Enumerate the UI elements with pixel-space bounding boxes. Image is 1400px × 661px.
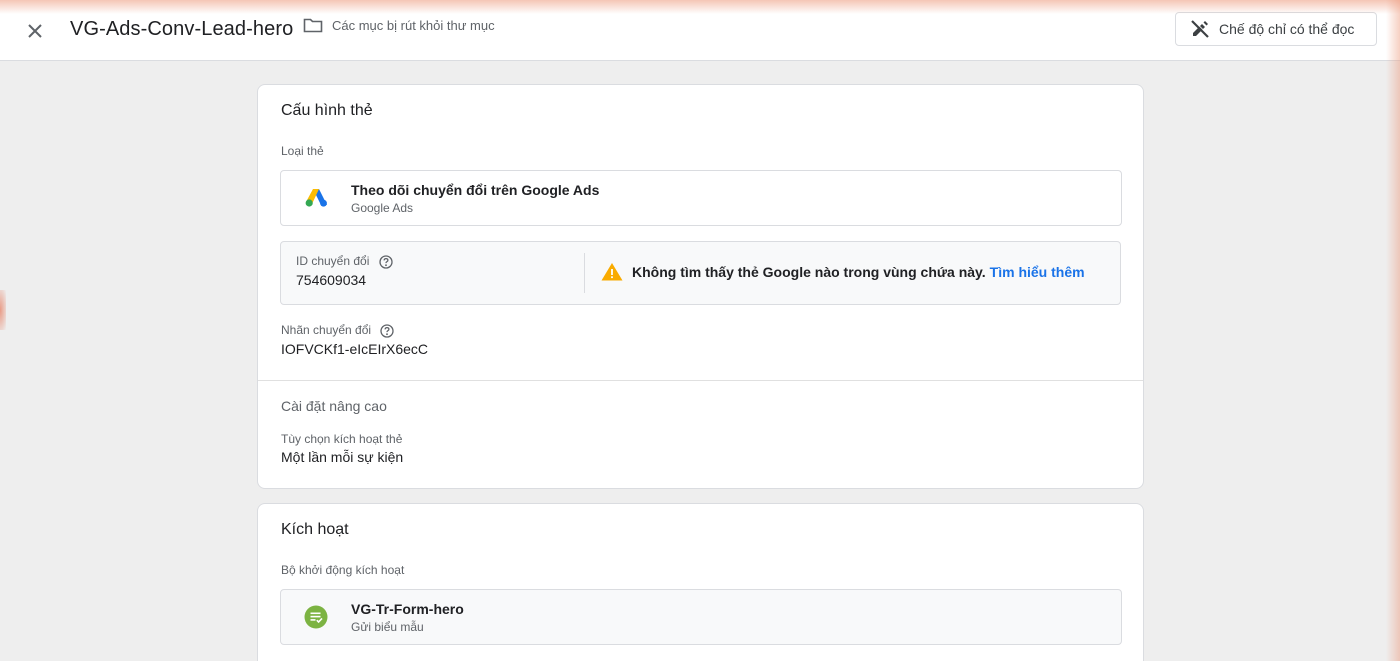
tag-configuration-title: Cấu hình thẻ (281, 102, 373, 119)
folder-indicator: Các mục bị rút khỏi thư mục (303, 17, 495, 33)
tag-type-sub: Google Ads (351, 200, 414, 215)
form-submission-icon (304, 605, 328, 629)
trigger-type: Gửi biểu mẫu (351, 619, 424, 634)
firing-option-value: Một lần mỗi sự kiện (281, 449, 404, 465)
tag-type-selector[interactable]: Theo dõi chuyển đổi trên Google Ads Goog… (280, 170, 1122, 226)
help-icon[interactable] (379, 255, 393, 269)
conversion-label-label: Nhãn chuyển đổi (281, 323, 372, 337)
triggers-label: Bộ khởi động kích hoạt (281, 563, 405, 577)
google-ads-icon (305, 189, 327, 207)
triggering-title: Kích hoạt (281, 521, 349, 538)
tag-editor-header: VG-Ads-Conv-Lead-hero Các mục bị rút khỏ… (0, 0, 1400, 61)
readonly-mode-button[interactable]: Chế độ chỉ có thể đọc (1175, 12, 1377, 46)
tag-type-label: Loại thẻ (281, 144, 324, 158)
folder-label: Các mục bị rút khỏi thư mục (332, 17, 495, 33)
warning-text: Không tìm thấy thẻ Google nào trong vùng… (632, 263, 986, 280)
close-icon (28, 24, 42, 38)
folder-icon (303, 18, 323, 33)
conversion-id-label-row: ID chuyển đổi (296, 254, 393, 269)
learn-more-link[interactable]: Tìm hiểu thêm (990, 264, 1085, 280)
warning-message: Không tìm thấy thẻ Google nào trong vùng… (601, 262, 1085, 281)
tag-type-name: Theo dõi chuyển đổi trên Google Ads (351, 181, 600, 198)
close-button[interactable] (22, 18, 48, 44)
section-divider (258, 380, 1143, 381)
help-icon[interactable] (380, 324, 395, 338)
trigger-name: VG-Tr-Form-hero (351, 600, 464, 617)
trigger-item[interactable]: VG-Tr-Form-hero Gửi biểu mẫu (280, 589, 1122, 645)
firing-option-label: Tùy chọn kích hoạt thẻ (281, 432, 403, 446)
divider (584, 253, 585, 293)
tag-configuration-card[interactable]: Cấu hình thẻ Loại thẻ Theo dõi chuyển đổ… (257, 84, 1144, 489)
warning-icon (601, 263, 623, 281)
tag-name-title[interactable]: VG-Ads-Conv-Lead-hero (70, 18, 293, 41)
conversion-label-label-row: Nhãn chuyển đổi (281, 323, 395, 338)
conversion-label-value: IOFVCKf1-eIcEIrX6ecC (281, 341, 429, 357)
edit-off-icon (1191, 19, 1210, 38)
readonly-mode-label: Chế độ chỉ có thể đọc (1219, 21, 1355, 37)
conversion-id-value: 754609034 (296, 272, 367, 288)
advanced-settings-title[interactable]: Cài đặt nâng cao (281, 398, 387, 414)
conversion-id-panel: ID chuyển đổi 754609034 Không tìm thấy t… (280, 241, 1121, 305)
conversion-id-label: ID chuyển đổi (296, 254, 370, 268)
triggering-card[interactable]: Kích hoạt Bộ khởi động kích hoạt VG-Tr-F… (257, 503, 1144, 661)
